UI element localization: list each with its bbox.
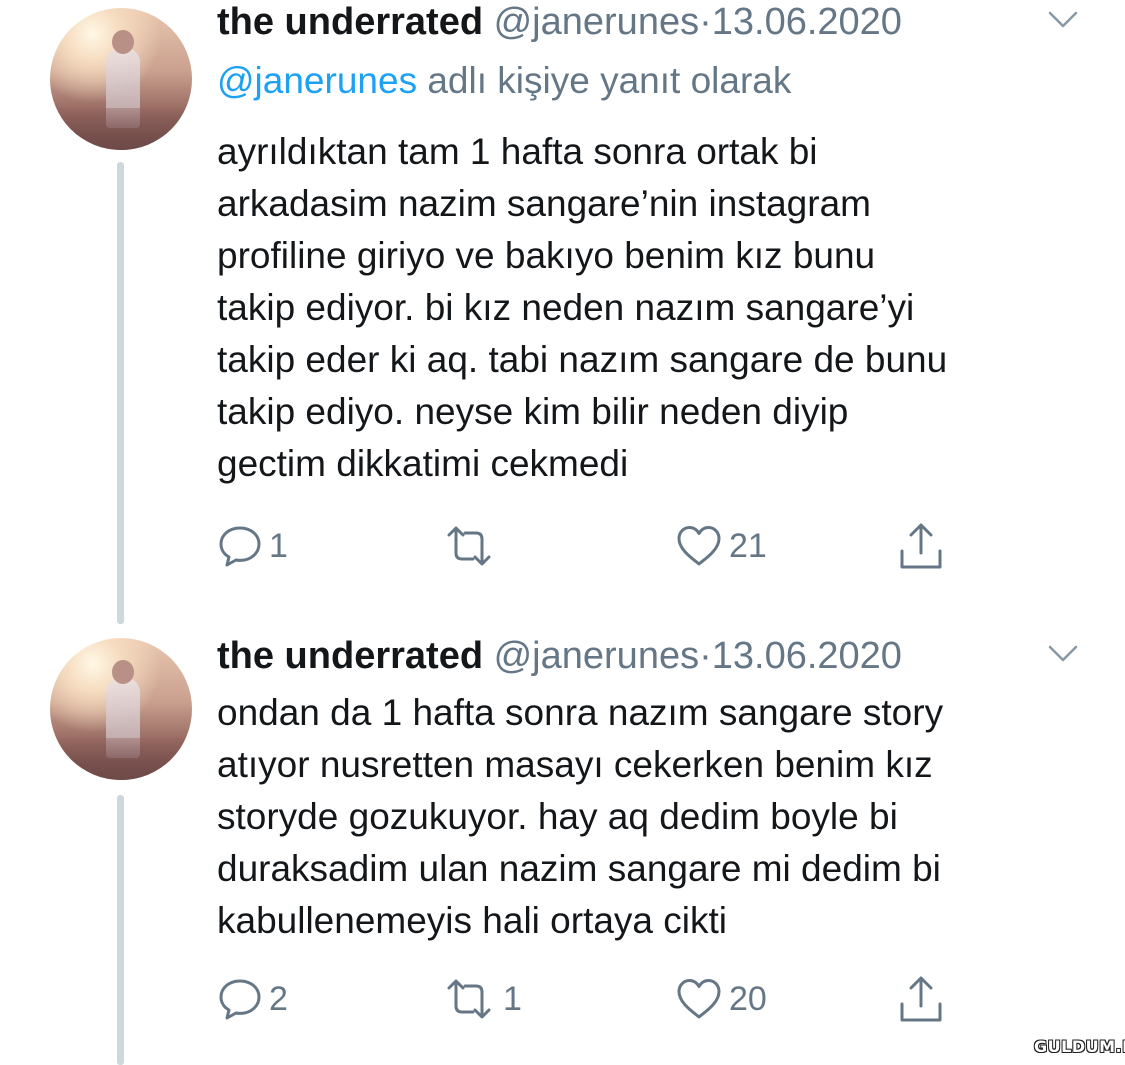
site-watermark: GULDUM.NET [1034,1037,1125,1056]
tweet-text-line: duraksadim ulan nazim sangare mi dedim b… [217,848,941,889]
avatar-head [112,30,134,54]
avatar-ground [50,108,192,150]
share-button[interactable] [897,971,945,1027]
tweet-text: ondan da 1 hafta sonra nazım sangare sto… [217,687,1097,947]
like-icon [677,526,721,566]
share-icon [900,523,942,569]
like-button[interactable]: 20 [675,971,767,1027]
tweet-actions: 1 21 [217,518,977,574]
tweet-date[interactable]: 13.06.2020 [712,635,902,677]
tweet-date[interactable]: 13.06.2020 [712,1,902,43]
chevron-down-icon[interactable] [1047,10,1079,30]
like-count: 20 [729,979,767,1018]
tweet-actions: 2 1 20 [217,971,977,1027]
tweet-header: the underrated @janerunes·13.06.2020 [217,634,902,678]
reply-mention-link[interactable]: @janerunes [217,60,417,101]
tweet-text-line: arkadasim nazim sangare’nin instagram [217,183,871,224]
tweet-text-line: ondan da 1 hafta sonra nazım sangare sto… [217,692,944,733]
reply-icon [219,526,261,567]
user-handle[interactable]: @janerunes [494,1,699,43]
like-icon [677,979,721,1019]
share-button[interactable] [897,518,945,574]
tweet-1[interactable]: the underrated @janerunes·13.06.2020 @ja… [0,0,1125,624]
reply-button[interactable]: 2 [217,971,288,1027]
tweet-text-line: takip ediyor. bi kız neden nazım sangare… [217,287,915,328]
display-name[interactable]: the underrated [217,635,483,677]
tweet-text-line: takip eder ki aq. tabi nazım sangare de … [217,339,948,380]
profile-avatar[interactable] [50,638,192,780]
retweet-icon [447,526,491,566]
like-button[interactable]: 21 [675,518,767,574]
tweet-header: the underrated @janerunes·13.06.2020 [217,0,902,44]
profile-avatar[interactable] [50,8,192,150]
avatar-ground [50,738,192,780]
like-count: 21 [729,526,767,565]
tweet-text-line: ayrıldıktan tam 1 hafta sonra ortak bi [217,131,818,172]
reply-context-text: adlı kişiye yanıt olarak [417,60,792,101]
avatar-head [112,660,134,684]
tweet-text-line: atıyor nusretten masayı cekerken benim k… [217,744,933,785]
reply-count: 2 [269,979,288,1018]
separator-dot: · [699,1,712,43]
user-handle[interactable]: @janerunes [494,635,699,677]
chevron-down-icon[interactable] [1047,644,1079,664]
retweet-button[interactable]: 1 [441,971,522,1027]
display-name[interactable]: the underrated [217,1,483,43]
reply-count: 1 [269,526,288,565]
share-icon [900,976,942,1022]
reply-context: @janerunes adlı kişiye yanıt olarak [217,58,791,104]
tweet-text-line: profiline giriyo ve bakıyo benim kız bun… [217,235,876,276]
reply-icon [219,979,261,1020]
tweet-text-line: gectim dikkatimi cekmedi [217,443,629,484]
separator-dot: · [699,635,712,677]
thread-connector-line [117,162,124,624]
retweet-icon [447,979,491,1019]
tweet-text-line: storyde gozukuyor. hay aq dedim boyle bi [217,796,898,837]
tweet-text-line: kabullenemeyis hali ortaya cikti [217,900,728,941]
thread-connector-line [117,795,124,1065]
tweet-2[interactable]: the underrated @janerunes·13.06.2020 ond… [0,620,1125,1065]
tweet-text: ayrıldıktan tam 1 hafta sonra ortak bi a… [217,126,1097,490]
retweet-button[interactable] [441,518,503,574]
tweet-text-line: takip ediyo. neyse kim bilir neden diyip [217,391,849,432]
reply-button[interactable]: 1 [217,518,288,574]
retweet-count: 1 [503,979,522,1018]
